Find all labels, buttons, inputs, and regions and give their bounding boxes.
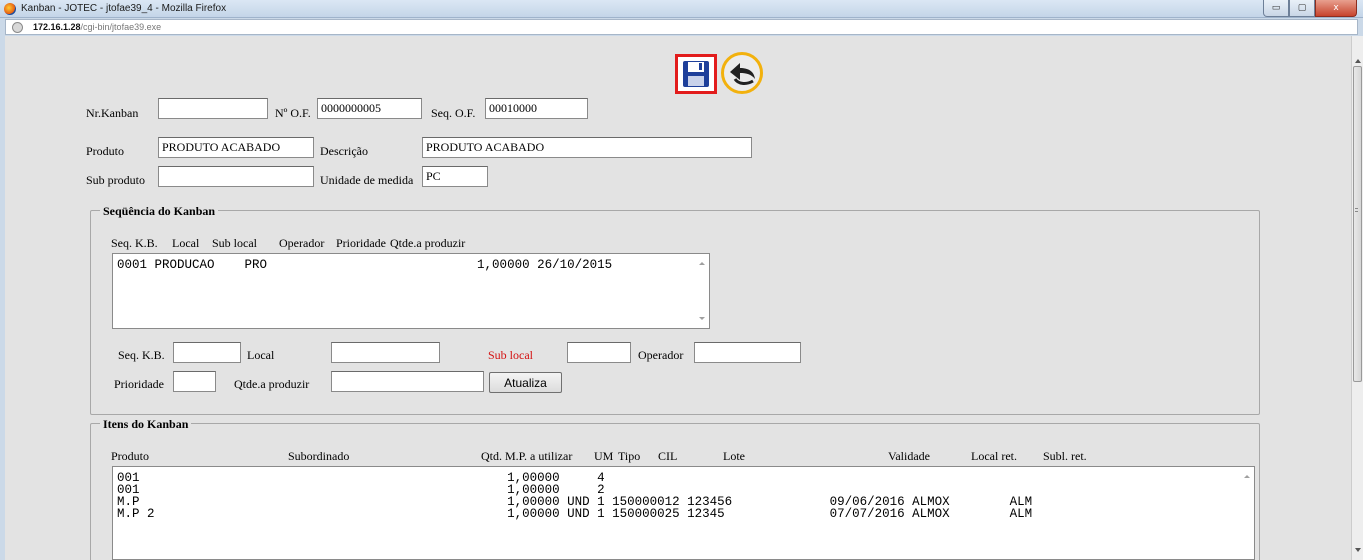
floppy-disk-icon [683, 61, 709, 87]
itens-subordinado-header: Subordinado [288, 449, 350, 463]
sublocal-col-header: Sub local [212, 236, 257, 250]
descricao-input[interactable]: PRODUTO ACABADO [422, 137, 752, 158]
itens-listbox[interactable]: 001 1,00000 4 001 1,00000 2 M.P 1,00000 [112, 466, 1255, 560]
page-scrollbar[interactable] [1351, 36, 1363, 560]
return-arrow-icon [730, 63, 755, 85]
prioridade-col-header: Prioridade [336, 236, 386, 250]
operador-col-header: Operador [279, 236, 325, 250]
maximize-button[interactable]: ▢ [1289, 0, 1315, 17]
url-text: 172.16.1.28/cgi-bin/jtofae39.exe [33, 22, 162, 32]
itens-localret-header: Local ret. [971, 449, 1017, 463]
nof-label: Nº O.F. [275, 106, 311, 120]
back-button[interactable] [721, 52, 763, 94]
form-qtde-input[interactable] [331, 371, 484, 392]
itens-um-header: UM [594, 449, 614, 463]
form-sublocal-input[interactable] [567, 342, 631, 363]
nof-input[interactable]: 0000000005 [317, 98, 422, 119]
qtde-col-header: Qtde.a produzir [390, 236, 466, 250]
window-title: Kanban - JOTEC - jtofae39_4 - Mozilla Fi… [21, 3, 227, 14]
form-qtde-label: Qtde.a produzir [234, 377, 310, 391]
sequencia-legend: Seqüência do Kanban [100, 204, 219, 219]
page-content: Nr.Kanban Nº O.F. 0000000005 Seq. O.F. 0… [5, 36, 1351, 560]
itens-qtd-header: Qtd. M.P. a utilizar [481, 449, 573, 463]
form-seq-input[interactable] [173, 342, 241, 363]
sequencia-listbox[interactable]: 0001 PRODUCAO PRO 1,00000 26/10/2015 [112, 253, 710, 329]
globe-icon [12, 22, 23, 33]
form-prioridade-label: Prioridade [114, 377, 164, 391]
unidade-label: Unidade de medida [320, 173, 414, 187]
unidade-input[interactable]: PC [422, 166, 488, 187]
local-col-header: Local [172, 236, 200, 250]
listbox-scrollbar[interactable] [694, 254, 709, 328]
itens-tipo-header: Tipo [618, 449, 641, 463]
close-button[interactable]: x [1315, 0, 1357, 17]
itens-validade-header: Validade [888, 449, 930, 463]
window-titlebar: Kanban - JOTEC - jtofae39_4 - Mozilla Fi… [0, 0, 1363, 18]
firefox-icon [4, 3, 16, 15]
form-prioridade-input[interactable] [173, 371, 216, 392]
scroll-down-icon[interactable] [1355, 548, 1361, 552]
itens-produto-header: Produto [111, 449, 150, 463]
itens-cil-header: CIL [658, 449, 678, 463]
address-bar[interactable]: 172.16.1.28/cgi-bin/jtofae39.exe [5, 19, 1358, 35]
produto-label: Produto [86, 144, 125, 158]
scrollbar-thumb[interactable] [1353, 66, 1362, 382]
seq-of-input[interactable]: 00010000 [485, 98, 588, 119]
window-controls: ▭ ▢ x [1263, 0, 1357, 17]
scroll-up-icon[interactable] [1355, 59, 1361, 63]
atualiza-button[interactable]: Atualiza [489, 372, 562, 393]
form-operador-input[interactable] [694, 342, 801, 363]
form-local-label: Local [247, 348, 275, 362]
form-operador-label: Operador [638, 348, 684, 362]
list-item[interactable]: 0001 PRODUCAO PRO 1,00000 26/10/2015 [117, 259, 705, 272]
nr-kanban-label: Nr.Kanban [86, 106, 139, 120]
produto-input[interactable]: PRODUTO ACABADO [158, 137, 314, 158]
nr-kanban-input[interactable] [158, 98, 268, 119]
form-seq-label: Seq. K.B. [118, 348, 165, 362]
scroll-grip-icon [1355, 208, 1358, 212]
seq-of-label: Seq. O.F. [431, 106, 476, 120]
save-button[interactable] [675, 54, 717, 94]
form-sublocal-label: Sub local [488, 348, 533, 362]
list-item[interactable]: M.P 2 1,00000 UND 1 150000025 12345 07/0… [117, 508, 1250, 521]
listbox-scrollbar[interactable] [1239, 467, 1254, 559]
subproduto-label: Sub produto [86, 173, 146, 187]
itens-sublret-header: Subl. ret. [1043, 449, 1087, 463]
seq-col-header: Seq. K.B. [111, 236, 158, 250]
itens-legend: Itens do Kanban [100, 417, 192, 432]
form-local-input[interactable] [331, 342, 440, 363]
minimize-button[interactable]: ▭ [1263, 0, 1289, 17]
descricao-label: Descrição [320, 144, 368, 158]
itens-lote-header: Lote [723, 449, 745, 463]
subproduto-input[interactable] [158, 166, 314, 187]
